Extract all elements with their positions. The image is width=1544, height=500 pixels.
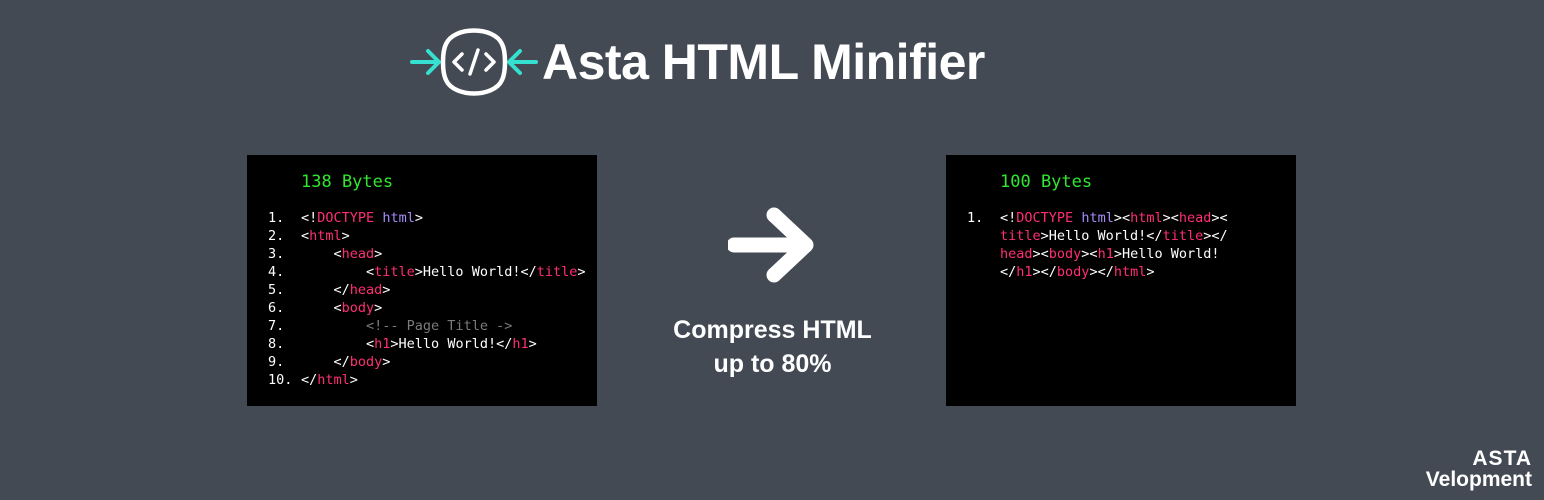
brand-line-1: ASTA: [1472, 447, 1532, 470]
minified-code-block: 1. <!DOCTYPE html><html><head>< title>Hell…: [946, 209, 1296, 281]
brand-logo: ASTA Velopment: [1426, 448, 1532, 490]
line-number: 6.: [268, 300, 285, 316]
code-text: </html>: [301, 372, 358, 388]
line-number: 9.: [268, 354, 285, 370]
code-line: 3. <head>: [247, 245, 597, 263]
code-line: head><body><h1>Hello World!: [946, 245, 1296, 263]
arrow-right-icon: [727, 207, 813, 283]
code-text: <title>Hello World!</title>: [301, 264, 586, 280]
code-text: head><body><h1>Hello World!: [1000, 246, 1220, 262]
code-line: 2. <html>: [247, 227, 597, 245]
line-number: 8.: [268, 336, 285, 352]
code-text: <html>: [301, 228, 350, 244]
code-line: 8. <h1>Hello World!</h1>: [247, 335, 597, 353]
original-size-label: 138 Bytes: [301, 172, 394, 192]
code-text: <body>: [301, 300, 383, 316]
line-number: 1.: [268, 210, 285, 226]
line-number: 7.: [268, 318, 285, 334]
line-number: 4.: [268, 264, 285, 280]
code-text: <head>: [301, 246, 383, 262]
original-code-panel: 138 Bytes 1. <!DOCTYPE html> 2. <html> 3. <h…: [247, 155, 597, 406]
tagline-line-1: Compress HTML: [673, 316, 872, 344]
tagline: Compress HTML up to 80%: [650, 313, 895, 381]
code-line: 6. <body>: [247, 299, 597, 317]
code-text: </body>: [301, 354, 391, 370]
code-text: <!DOCTYPE html>: [301, 210, 423, 226]
code-compress-icon: [410, 28, 538, 96]
code-line: 1. <!DOCTYPE html>: [247, 209, 597, 227]
code-line: 9. </body>: [247, 353, 597, 371]
code-line: 1. <!DOCTYPE html><html><head><: [946, 209, 1296, 227]
line-number: 2.: [268, 228, 285, 244]
brand-line-2: Velopment: [1425, 468, 1532, 491]
code-line: 10. </html>: [247, 371, 597, 389]
tagline-line-2: up to 80%: [713, 350, 832, 378]
code-line: </h1></body></html>: [946, 263, 1296, 281]
line-number: 5.: [268, 282, 285, 298]
code-text: <!-- Page Title ->: [366, 318, 513, 334]
minified-code-panel: 100 Bytes 1. <!DOCTYPE html><html><head><…: [946, 155, 1296, 406]
code-text: </h1></body></html>: [1000, 264, 1155, 280]
header: Asta HTML Minifier: [410, 18, 985, 106]
code-text: <!DOCTYPE html><html><head><: [1000, 210, 1228, 226]
code-text: <h1>Hello World!</h1>: [301, 336, 537, 352]
original-code-block: 1. <!DOCTYPE html> 2. <html> 3. <head> 4. <ti…: [247, 209, 597, 389]
line-number: 10.: [268, 372, 293, 388]
code-text: </head>: [301, 282, 391, 298]
line-number: 1.: [967, 210, 984, 226]
line-number: 3.: [268, 246, 285, 262]
minified-size-label: 100 Bytes: [1000, 172, 1093, 192]
compress-summary: Compress HTML up to 80%: [650, 205, 895, 381]
code-text: title>Hello World!</title></: [1000, 228, 1228, 244]
code-line: 4. <title>Hello World!</title>: [247, 263, 597, 281]
code-line: 5. </head>: [247, 281, 597, 299]
code-line: title>Hello World!</title></: [946, 227, 1296, 245]
app-title: Asta HTML Minifier: [542, 34, 985, 90]
code-line: 7. <!-- Page Title ->: [247, 317, 597, 335]
